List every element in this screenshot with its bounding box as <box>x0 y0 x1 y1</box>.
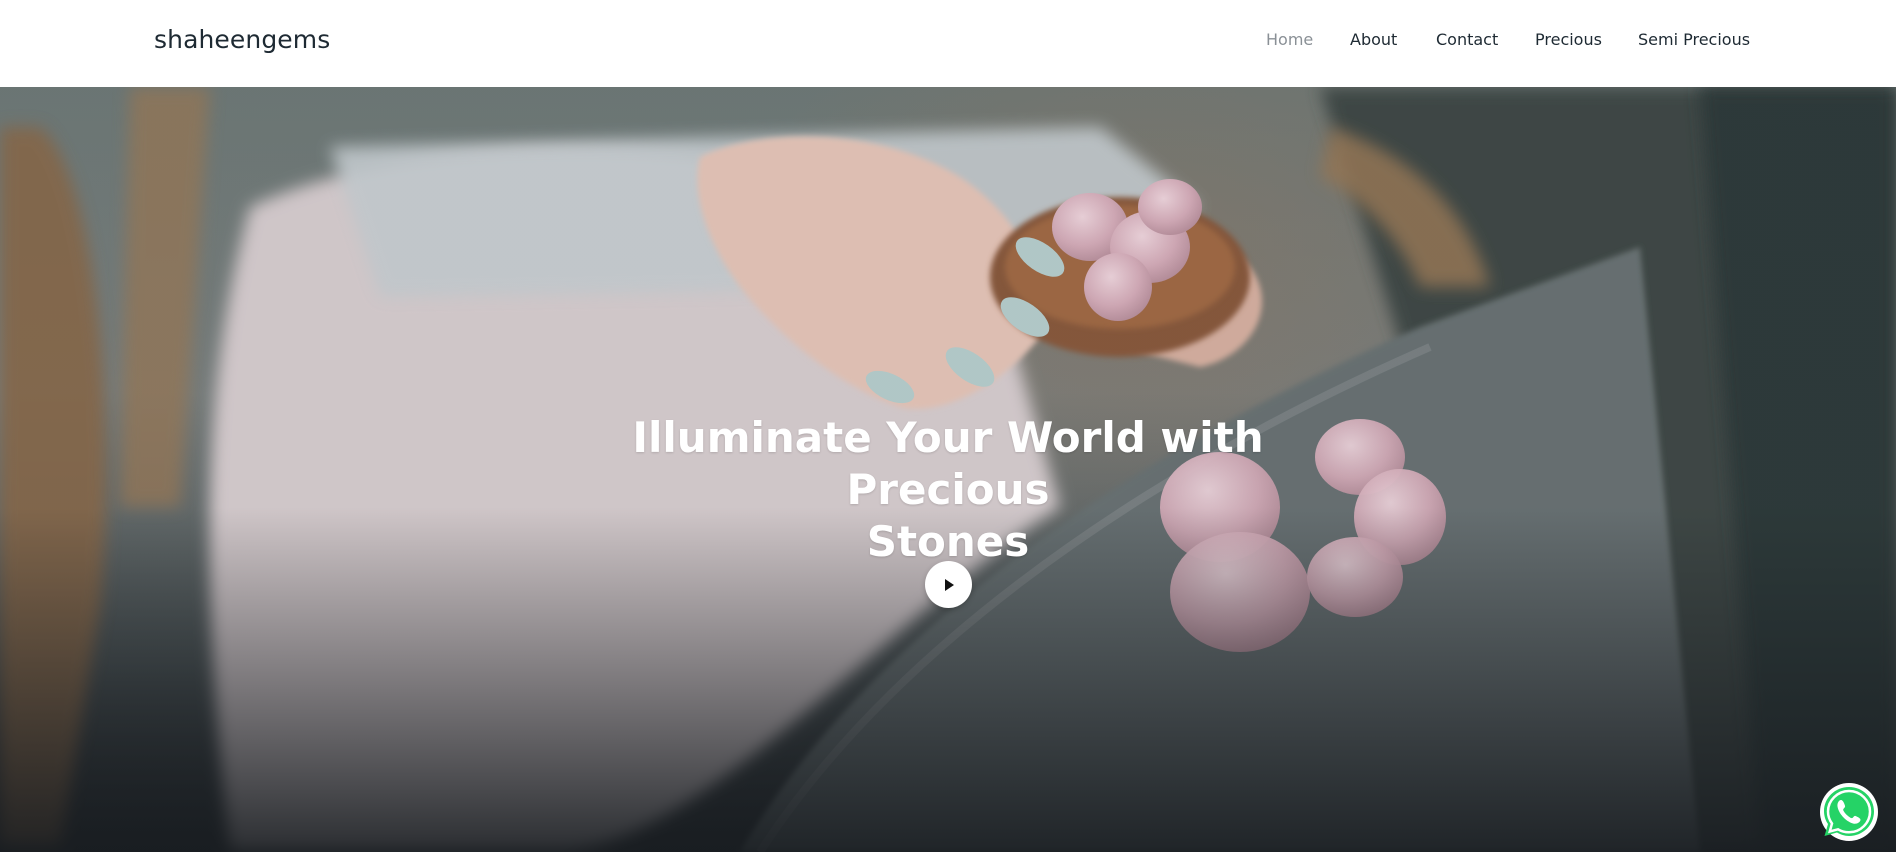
whatsapp-icon <box>1820 783 1878 841</box>
nav-about[interactable]: About <box>1350 29 1397 51</box>
main-nav: Home About Contact Precious Semi Preciou… <box>0 29 1896 53</box>
nav-contact[interactable]: Contact <box>1436 29 1498 51</box>
nav-semi-precious[interactable]: Semi Precious <box>1638 29 1750 51</box>
site-header: shaheengems Home About Contact Precious … <box>0 0 1896 87</box>
hero-title-line-1: Illuminate Your World with Precious <box>632 413 1264 514</box>
nav-home[interactable]: Home <box>1266 29 1313 51</box>
hero-title-line-2: Stones <box>866 517 1030 566</box>
play-icon <box>944 578 954 591</box>
play-video-button[interactable] <box>925 561 972 608</box>
whatsapp-chat-button[interactable] <box>1817 780 1881 844</box>
hero-section: Illuminate Your World with Precious Ston… <box>0 87 1896 852</box>
hero-title: Illuminate Your World with Precious Ston… <box>548 412 1348 568</box>
nav-precious[interactable]: Precious <box>1535 29 1602 51</box>
